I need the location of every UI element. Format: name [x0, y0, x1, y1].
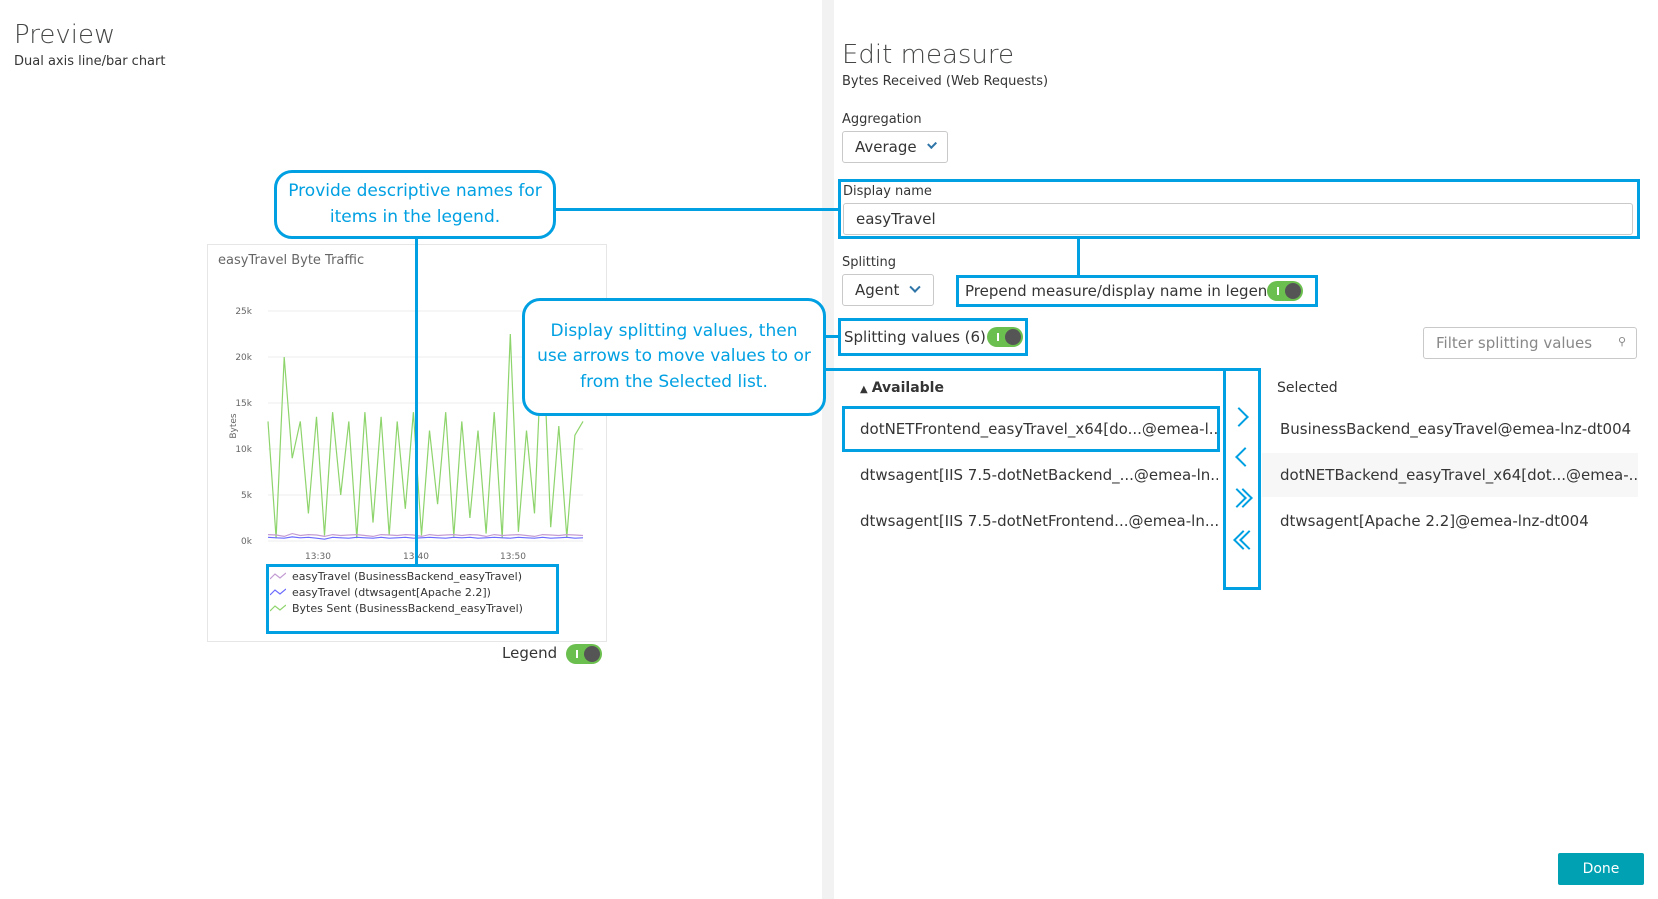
callout-connector [824, 368, 1223, 371]
prepend-label: Prepend measure/display name in legend [965, 282, 1277, 300]
y-tick-label: 10k [235, 445, 252, 455]
splitting-values-toggle[interactable] [987, 327, 1023, 347]
aggregation-label: Aggregation [842, 112, 922, 127]
move-all-right-button[interactable] [1227, 484, 1254, 512]
selected-list-item[interactable]: BusinessBackend_easyTravel@emea-lnz-dt00… [1262, 407, 1638, 451]
callout-connector [415, 239, 418, 564]
preview-subtitle: Dual axis line/bar chart [14, 54, 166, 69]
prepend-toggle[interactable] [1267, 281, 1303, 301]
splitting-dropdown[interactable]: Agent [842, 274, 934, 306]
legend-toggle[interactable] [566, 644, 602, 664]
y-tick-label: 5k [241, 491, 253, 501]
done-button[interactable]: Done [1558, 853, 1644, 885]
y-tick-label: 25k [235, 307, 252, 317]
y-tick-label: 15k [235, 399, 252, 409]
legend-highlight [266, 564, 559, 634]
available-list-item[interactable]: dtwsagent[IIS 7.5-dotNetBackend_...@emea… [842, 453, 1218, 497]
series-line [267, 536, 584, 540]
chart-title: easyTravel Byte Traffic [218, 253, 365, 268]
chevron-down-icon [909, 281, 922, 293]
display-name-label: Display name [843, 184, 932, 199]
move-all-left-button[interactable] [1230, 526, 1259, 554]
filter-splitting-input[interactable]: Filter splitting values ⚲ [1423, 327, 1637, 359]
y-axis-label: Bytes [229, 413, 239, 439]
sort-up-icon: ▲ [860, 384, 868, 395]
selected-list-item[interactable]: dtwsagent[Apache 2.2]@emea-lnz-dt004 [1262, 499, 1638, 543]
selected-list-item[interactable]: dotNETBackend_easyTravel_x64[dot...@emea… [1262, 453, 1638, 497]
splitting-label: Splitting [842, 255, 897, 270]
available-header-label: Available [871, 380, 944, 396]
callout-legend-names: Provide descriptive names for items in t… [274, 170, 556, 239]
splitting-values-label: Splitting values (6) [844, 328, 986, 346]
y-tick-label: 20k [235, 353, 252, 363]
filter-placeholder: Filter splitting values [1436, 334, 1593, 352]
move-right-button[interactable] [1229, 403, 1254, 431]
chevron-left-icon [1235, 447, 1255, 467]
callout-connector [1077, 239, 1080, 275]
x-tick-label: 13:30 [305, 552, 331, 562]
aggregation-dropdown[interactable]: Average [842, 131, 948, 163]
chevron-down-icon [926, 139, 937, 150]
move-left-button[interactable] [1230, 443, 1255, 471]
callout-splitting-values: Display splitting values, then use arrow… [522, 298, 826, 416]
display-name-input[interactable]: easyTravel [843, 203, 1633, 235]
edit-subtitle: Bytes Received (Web Requests) [842, 74, 1049, 89]
search-icon: ⚲ [1617, 335, 1626, 348]
callout-connector [824, 335, 838, 338]
splitting-value: Agent [855, 281, 900, 299]
selected-header: Selected [1277, 380, 1338, 396]
aggregation-value: Average [855, 138, 917, 156]
edit-title: Edit measure [842, 40, 1015, 70]
y-tick-label: 0k [241, 537, 253, 547]
x-tick-label: 13:50 [500, 552, 526, 562]
available-selected-highlight [842, 406, 1220, 452]
arrows-highlight [1223, 368, 1261, 590]
available-header[interactable]: ▲ Available [860, 380, 944, 396]
series-line [267, 532, 584, 538]
available-list-item[interactable]: dtwsagent[IIS 7.5-dotNetFrontend...@emea… [842, 499, 1218, 543]
legend-toggle-label: Legend [502, 644, 558, 662]
chevron-right-icon [1229, 407, 1249, 427]
callout-connector [555, 208, 838, 211]
preview-title: Preview [14, 20, 116, 50]
